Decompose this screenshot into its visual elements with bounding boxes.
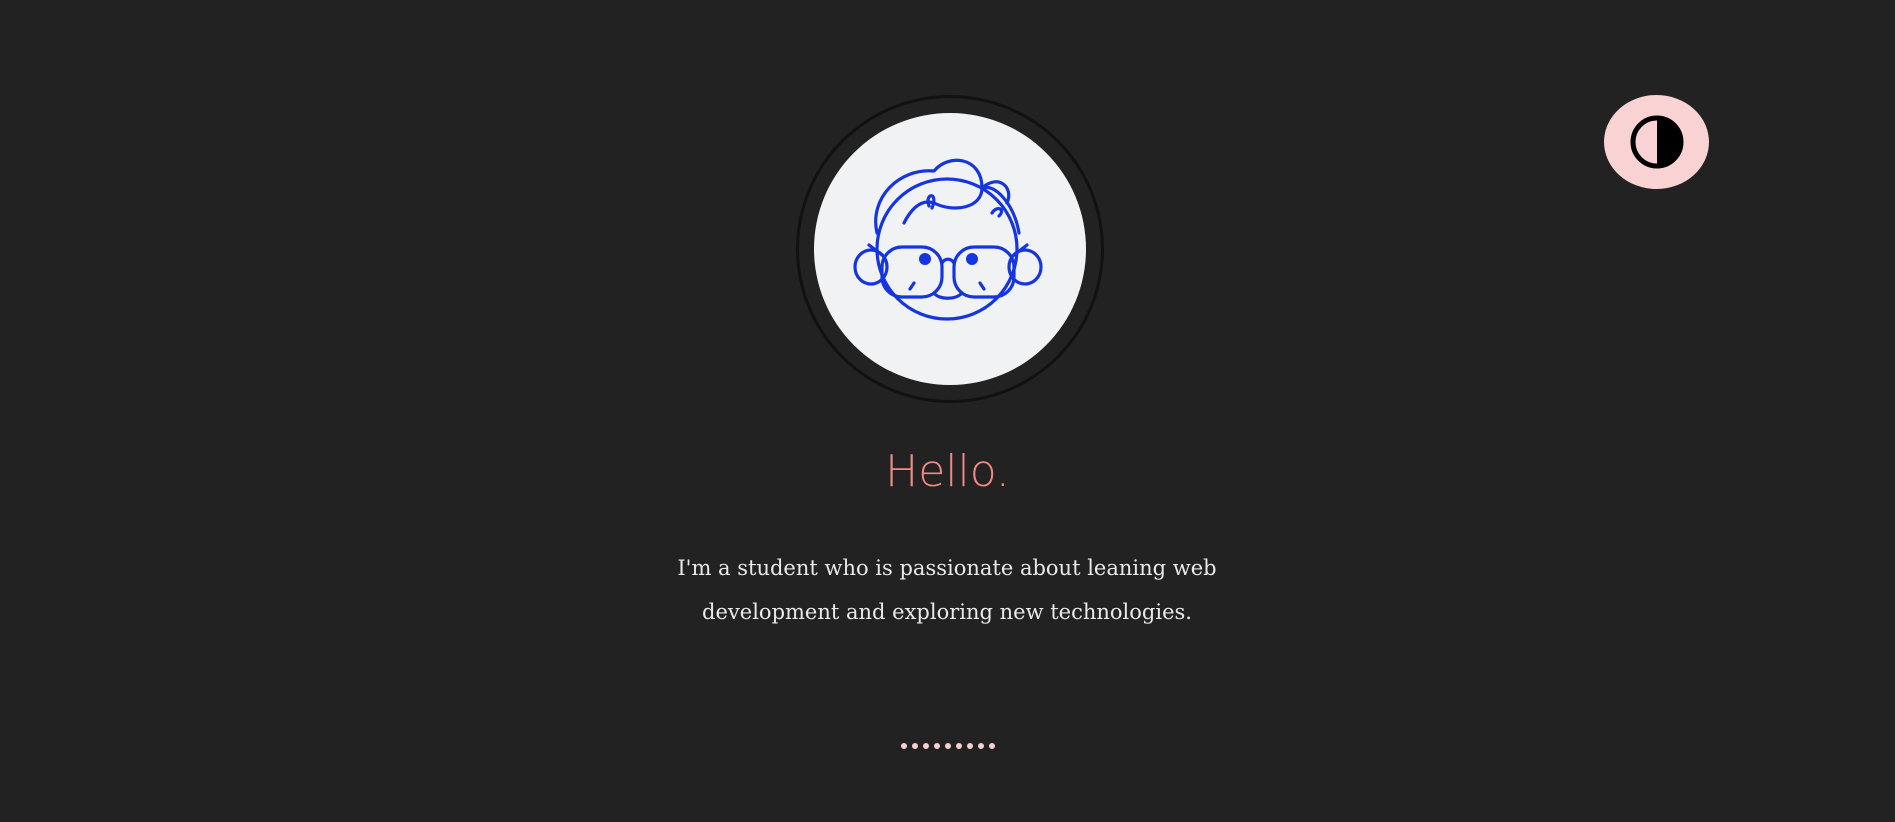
pager-dot[interactable] bbox=[922, 743, 929, 749]
pager-dot[interactable] bbox=[955, 743, 962, 749]
theme-toggle-button[interactable] bbox=[1604, 95, 1709, 189]
pager-dot[interactable] bbox=[933, 743, 940, 749]
pager-dot[interactable] bbox=[900, 743, 907, 749]
avatar-frame bbox=[796, 95, 1104, 403]
pager-dot[interactable] bbox=[977, 743, 984, 749]
avatar bbox=[814, 113, 1086, 385]
pager-dot[interactable] bbox=[988, 743, 995, 749]
greeting-heading: Hello. bbox=[885, 446, 1010, 497]
pager-dot[interactable] bbox=[966, 743, 973, 749]
bio-text: I'm a student who is passionate about le… bbox=[647, 546, 1247, 634]
dot-pager bbox=[0, 743, 1895, 749]
bio-line-1: I'm a student who is passionate about le… bbox=[677, 556, 1217, 580]
bio-line-2: development and exploring new technologi… bbox=[702, 600, 1192, 624]
pager-dot[interactable] bbox=[944, 743, 951, 749]
glasses-face-icon bbox=[853, 158, 1043, 321]
half-circle-contrast-icon bbox=[1630, 115, 1683, 169]
pager-dot[interactable] bbox=[911, 743, 918, 749]
